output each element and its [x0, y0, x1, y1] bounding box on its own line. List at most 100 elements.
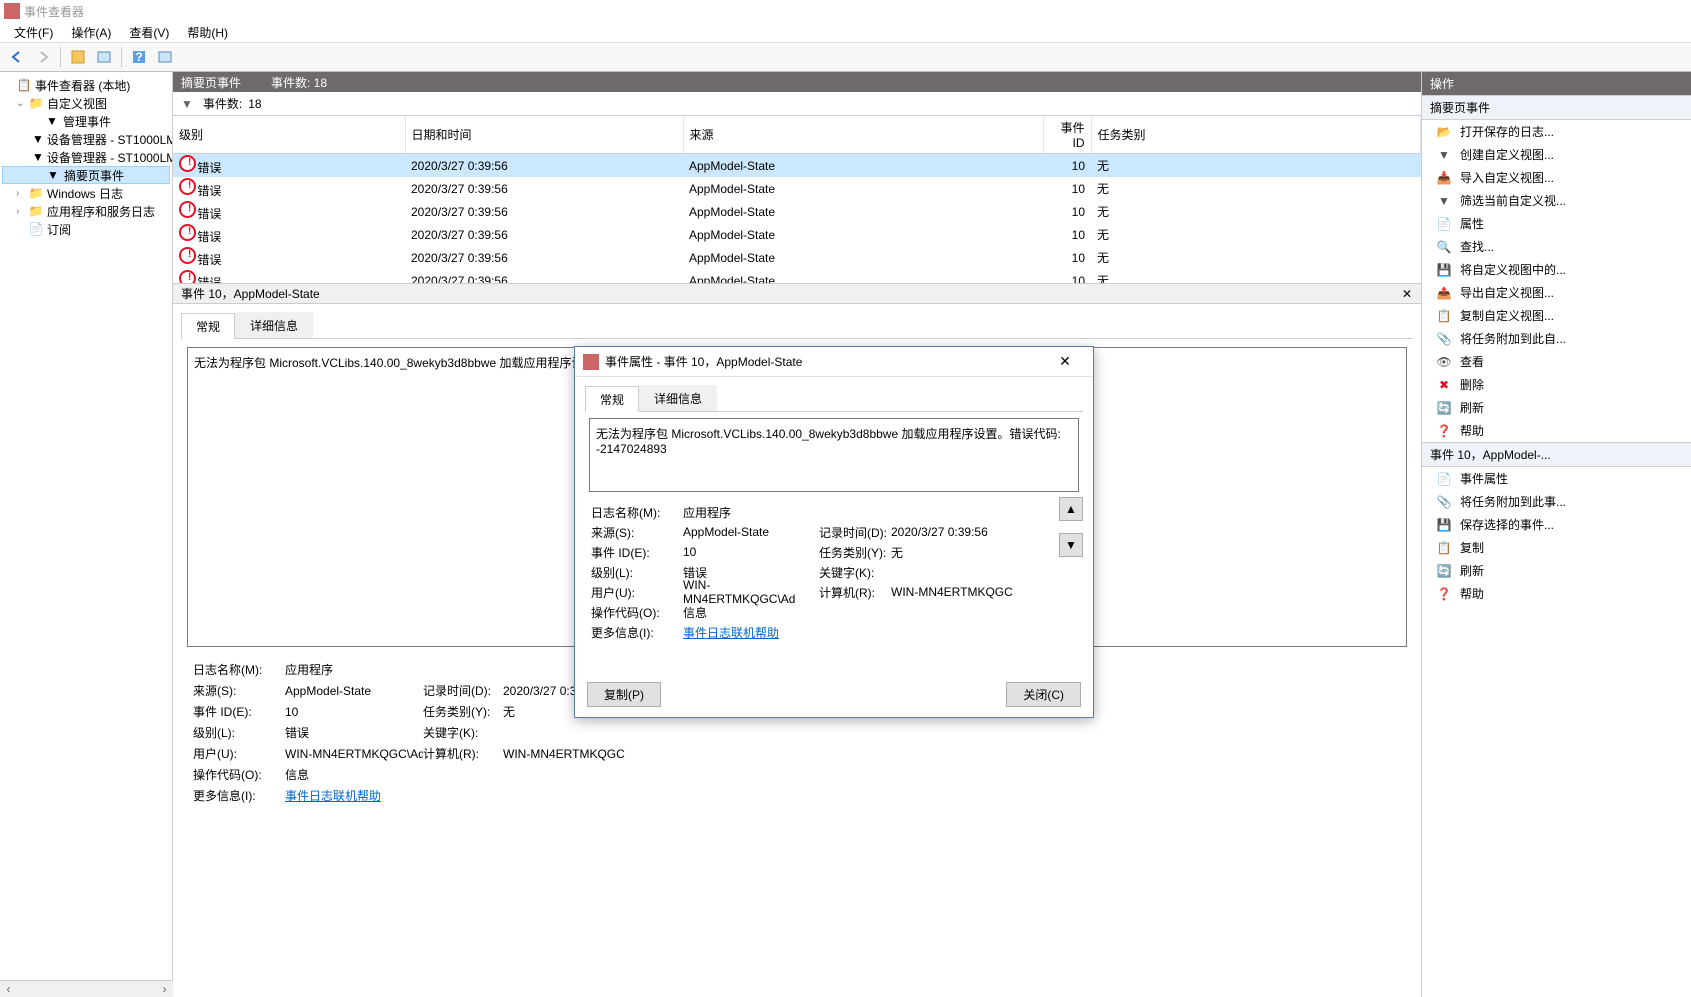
col-task[interactable]: 任务类别 [1091, 116, 1421, 154]
more-info-link[interactable]: 事件日志联机帮助 [285, 787, 381, 804]
actions-header: 操作 [1422, 72, 1691, 95]
action-save[interactable]: 💾保存选择的事件... [1422, 513, 1691, 536]
meta-value: AppModel-State [285, 684, 423, 698]
dialog-next-button[interactable]: ▼ [1059, 533, 1083, 557]
action-view[interactable]: 👁查看 [1422, 350, 1691, 373]
table-row[interactable]: 错误2020/3/27 0:39:56AppModel-State10无 [173, 154, 1421, 178]
table-row[interactable]: 错误2020/3/27 0:39:56AppModel-State10无 [173, 177, 1421, 200]
menu-view[interactable]: 查看(V) [121, 22, 177, 43]
action-export[interactable]: 📤导出自定义视图... [1422, 281, 1691, 304]
props-icon: 📄 [1436, 471, 1452, 487]
properties-toolbar-button[interactable] [93, 46, 115, 68]
forward-button[interactable] [32, 46, 54, 68]
col-datetime[interactable]: 日期和时间 [405, 116, 683, 154]
detail-header: 事件 10，AppModel-State ✕ [173, 284, 1421, 304]
action-refresh[interactable]: 🔄刷新 [1422, 396, 1691, 419]
scroll-track[interactable] [17, 981, 156, 997]
meta-label: 更多信息(I): [193, 787, 285, 804]
dialog-tab-general[interactable]: 常规 [585, 386, 639, 412]
action-copy[interactable]: 📋复制自定义视图... [1422, 304, 1691, 327]
action-filter2[interactable]: ▼筛选当前自定义视... [1422, 189, 1691, 212]
help-toolbar-button[interactable]: ? [128, 46, 150, 68]
navigation-tree[interactable]: 📋事件查看器 (本地) ⌄📁自定义视图 ▼管理事件 ▼设备管理器 - ST100… [0, 72, 173, 997]
filter-icon: ▼ [44, 113, 60, 129]
table-row[interactable]: 错误2020/3/27 0:39:56AppModel-State10无 [173, 246, 1421, 269]
dialog-titlebar[interactable]: 事件属性 - 事件 10，AppModel-State ✕ [575, 347, 1093, 377]
meta-label: 更多信息(I): [591, 624, 683, 641]
menu-file[interactable]: 文件(F) [6, 22, 61, 43]
action-label: 创建自定义视图... [1460, 146, 1554, 163]
dialog-prev-button[interactable]: ▲ [1059, 497, 1083, 521]
meta-label: 用户(U): [591, 584, 683, 601]
action-refresh[interactable]: 🔄刷新 [1422, 559, 1691, 582]
action-open[interactable]: 📂打开保存的日志... [1422, 120, 1691, 143]
eventviewer-icon: 📋 [16, 77, 32, 93]
action-find[interactable]: 🔍查找... [1422, 235, 1691, 258]
event-table-scroll[interactable]: 级别 日期和时间 来源 事件 ID 任务类别 错误2020/3/27 0:39:… [173, 116, 1421, 284]
tree-label: 订阅 [47, 221, 71, 238]
action-save[interactable]: 💾将自定义视图中的... [1422, 258, 1691, 281]
tab-details[interactable]: 详细信息 [235, 312, 313, 338]
action-copy[interactable]: 📋复制 [1422, 536, 1691, 559]
table-row[interactable]: 错误2020/3/27 0:39:56AppModel-State10无 [173, 223, 1421, 246]
tree-devmgr-1[interactable]: ▼设备管理器 - ST1000LM [2, 130, 170, 148]
dialog-description: 无法为程序包 Microsoft.VCLibs.140.00_8wekyb3d8… [589, 418, 1079, 492]
meta-value: 错误 [285, 724, 423, 741]
action-attach[interactable]: 📎将任务附加到此自... [1422, 327, 1691, 350]
menu-help[interactable]: 帮助(H) [179, 22, 236, 43]
back-button[interactable] [6, 46, 28, 68]
tab-general[interactable]: 常规 [181, 313, 235, 339]
meta-value: 信息 [285, 766, 423, 783]
dialog-more-info-link[interactable]: 事件日志联机帮助 [683, 624, 779, 641]
action-props[interactable]: 📄属性 [1422, 212, 1691, 235]
meta-value: 信息 [683, 604, 819, 621]
view-icon: 👁 [1436, 354, 1452, 370]
action-label: 属性 [1460, 215, 1484, 232]
dialog-close-button[interactable]: ✕ [1045, 349, 1085, 375]
action-attach[interactable]: 📎将任务附加到此事... [1422, 490, 1691, 513]
tree-summary-events[interactable]: ▼摘要页事件 [2, 166, 170, 184]
action-filter[interactable]: ▼创建自定义视图... [1422, 143, 1691, 166]
col-eventid[interactable]: 事件 ID [1043, 116, 1091, 154]
tree-apps-services-logs[interactable]: ›📁应用程序和服务日志 [2, 202, 170, 220]
scroll-left-arrow[interactable]: ‹ [0, 981, 17, 997]
filter-label: 事件数: [203, 95, 242, 112]
meta-label: 关键字(K): [423, 724, 503, 741]
error-icon [179, 270, 197, 284]
toolbar-separator [121, 47, 122, 67]
tree-label: 管理事件 [63, 113, 111, 130]
menubar: 文件(F) 操作(A) 查看(V) 帮助(H) [0, 22, 1691, 42]
meta-label: 记录时间(D): [819, 524, 891, 541]
filter-icon: ▼ [32, 131, 44, 147]
col-level[interactable]: 级别 [173, 116, 405, 154]
tree-horizontal-scrollbar[interactable]: ‹ › [0, 980, 173, 997]
refresh-toolbar-button[interactable] [154, 46, 176, 68]
action-props[interactable]: 📄事件属性 [1422, 467, 1691, 490]
col-source[interactable]: 来源 [683, 116, 1043, 154]
dialog-tab-details[interactable]: 详细信息 [639, 385, 717, 411]
dialog-copy-button[interactable]: 复制(P) [587, 682, 661, 707]
detail-close-button[interactable]: ✕ [1399, 286, 1415, 302]
tree-windows-logs[interactable]: ›📁Windows 日志 [2, 184, 170, 202]
action-delete[interactable]: ✖删除 [1422, 373, 1691, 396]
meta-label: 计算机(R): [819, 584, 891, 601]
tree-root[interactable]: 📋事件查看器 (本地) [2, 76, 170, 94]
dialog-close-footer-button[interactable]: 关闭(C) [1006, 682, 1081, 707]
action-label: 刷新 [1460, 399, 1484, 416]
tree-custom-views[interactable]: ⌄📁自定义视图 [2, 94, 170, 112]
scroll-right-arrow[interactable]: › [156, 981, 173, 997]
show-hide-tree-button[interactable] [67, 46, 89, 68]
action-help[interactable]: ❓帮助 [1422, 582, 1691, 605]
action-label: 筛选当前自定义视... [1460, 192, 1566, 209]
filter-row: ▼ 事件数: 18 [173, 92, 1421, 116]
action-help[interactable]: ❓帮助 [1422, 419, 1691, 442]
menu-action[interactable]: 操作(A) [63, 22, 119, 43]
tree-devmgr-2[interactable]: ▼设备管理器 - ST1000LM [2, 148, 170, 166]
action-import[interactable]: 📥导入自定义视图... [1422, 166, 1691, 189]
table-row[interactable]: 错误2020/3/27 0:39:56AppModel-State10无 [173, 269, 1421, 284]
filter-count: 18 [248, 97, 261, 111]
table-row[interactable]: 错误2020/3/27 0:39:56AppModel-State10无 [173, 200, 1421, 223]
funnel-icon[interactable]: ▼ [181, 97, 193, 111]
tree-admin-events[interactable]: ▼管理事件 [2, 112, 170, 130]
tree-subscriptions[interactable]: 📄订阅 [2, 220, 170, 238]
